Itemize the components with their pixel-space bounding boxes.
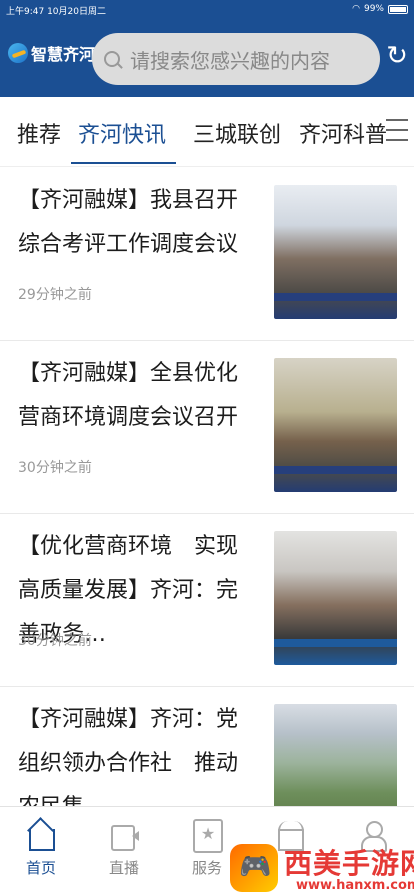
refresh-icon[interactable]: ↻ [385,42,409,70]
tabbar-label: 首页 [25,859,56,877]
tab-qihe-news[interactable]: 齐河快讯 [78,117,166,149]
news-thumbnail [274,185,397,319]
home-icon [27,819,55,851]
search-bar[interactable]: 请搜索您感兴趣的内容 [92,33,380,85]
wifi-icon: ◠ [352,4,360,14]
search-icon [104,51,120,67]
tabbar-label: 直播 [108,859,139,877]
status-time: 上午9:47 10月20日周二 [6,7,106,17]
thumbnail-caption-bar [274,639,397,647]
news-thumbnail [274,704,397,822]
tab-science[interactable]: 齐河科普 [299,117,387,149]
status-bar: 上午9:47 10月20日周二 ◠ 99% [0,0,414,18]
logo-text: 智慧齐河 [31,45,96,64]
category-tabs: 推荐 齐河快讯 三城联创 齐河科普 [0,97,414,167]
site-watermark: 西美手游网 www.hanxm.com [230,842,414,896]
tab-recommend[interactable]: 推荐 [17,117,61,149]
tabbar-service[interactable]: 服务 [177,819,237,878]
active-tab-indicator [71,162,176,164]
logo-icon [8,43,28,63]
news-time: 29分钟之前 [18,287,92,303]
status-right: ◠ 99% [352,4,408,14]
news-thumbnail [274,358,397,492]
gamepad-icon [230,844,278,892]
service-icon [193,819,223,853]
battery-icon [388,4,408,14]
search-placeholder: 请搜索您感兴趣的内容 [130,48,330,73]
tab-three-cities[interactable]: 三城联创 [193,117,281,149]
news-time: 30分钟之前 [18,460,92,476]
news-thumbnail [274,531,397,665]
thumbnail-caption-bar [274,293,397,301]
app-header: 上午9:47 10月20日周二 ◠ 99% 智慧齐河 请搜索您感兴趣的内容 ↻ [0,0,414,97]
tabbar-live[interactable]: 直播 [94,819,154,878]
app-logo: 智慧齐河 [8,41,95,65]
news-item[interactable]: 【齐河融媒】我县召开综合考评工作调度会议 29分钟之前 [0,171,414,341]
video-icon [110,819,139,851]
tabbar-label: 服务 [191,859,222,877]
news-title: 【齐河融媒】全县优化营商环境调度会议召开 [18,361,239,430]
watermark-url: www.hanxm.com [296,878,414,893]
tabbar-home[interactable]: 首页 [11,819,71,878]
news-item[interactable]: 【优化营商环境 实现高质量发展】齐河：完善政务… 30分钟之前 [0,517,414,687]
news-item[interactable]: 【齐河融媒】全县优化营商环境调度会议召开 30分钟之前 [0,344,414,514]
thumbnail-caption-bar [274,466,397,474]
battery-percent: 99% [363,4,384,14]
news-time: 30分钟之前 [18,633,92,649]
news-title: 【齐河融媒】我县召开综合考评工作调度会议 [18,188,239,257]
watermark-name: 西美手游网 [284,847,414,880]
menu-icon[interactable] [386,119,408,141]
